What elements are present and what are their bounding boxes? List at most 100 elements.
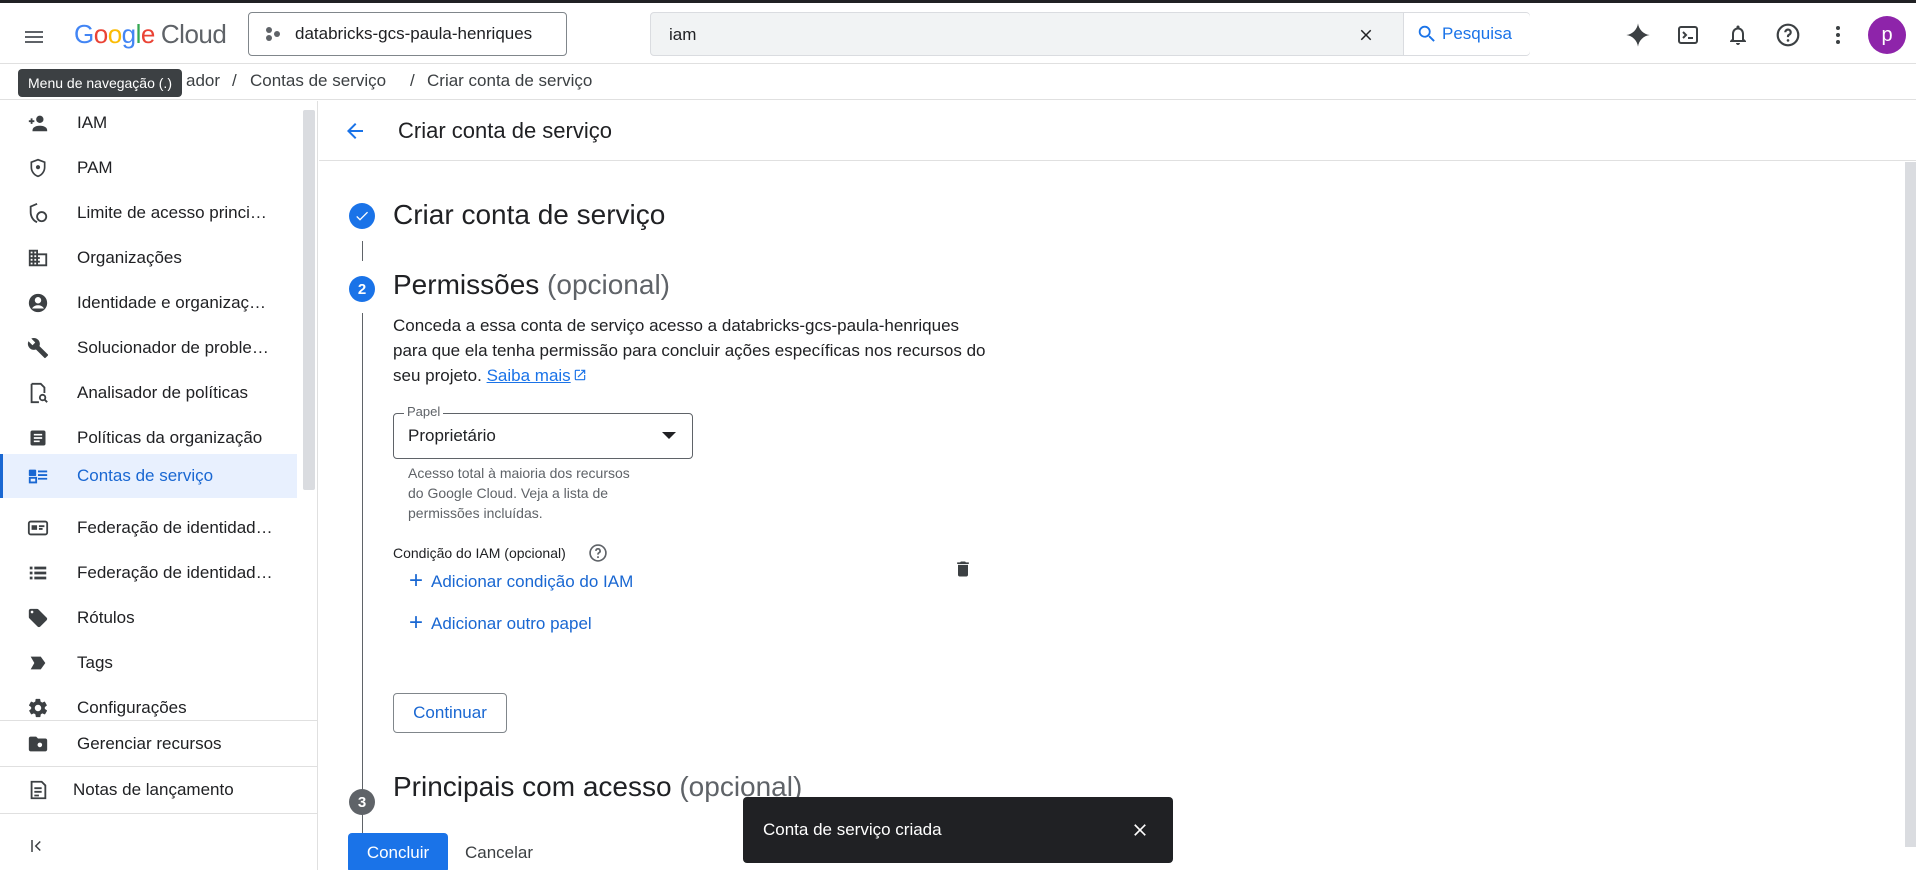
sidebar-item-service-accounts[interactable]: Contas de serviço xyxy=(0,454,297,498)
id-card-icon xyxy=(26,516,50,540)
release-notes-label: Notas de lançamento xyxy=(73,779,234,799)
step-complete-check-icon xyxy=(349,203,375,229)
sidebar-item-policy-analyzer[interactable]: Analisador de políticas xyxy=(0,371,297,415)
learn-more-link[interactable]: Saiba mais xyxy=(487,366,587,385)
iam-condition-label: Condição do IAM (opcional) xyxy=(393,545,566,561)
policy-analyzer-icon xyxy=(26,381,50,405)
sidebar-item-label: Solucionador de proble… xyxy=(77,338,269,357)
sidebar-item-workload-identity-federation[interactable]: Federação de identidad… xyxy=(0,506,297,550)
clear-search-icon[interactable] xyxy=(1354,23,1378,47)
breadcrumb-separator: / xyxy=(410,71,415,90)
sidebar-item-label: PAM xyxy=(77,158,113,177)
plus-icon: + xyxy=(409,609,424,636)
sidebar-item-troubleshooter[interactable]: Solucionador de proble… xyxy=(0,326,297,370)
document-icon xyxy=(26,426,50,450)
sidebar-item-identity-organization[interactable]: Identidade e organizaç… xyxy=(0,281,297,325)
role-select-label: Papel xyxy=(404,404,444,419)
search-icon xyxy=(1418,25,1435,42)
step2-connector xyxy=(362,313,363,863)
sidebar-item-tags[interactable]: Tags xyxy=(0,641,297,685)
tag-icon xyxy=(26,651,50,675)
delete-role-trash-icon[interactable] xyxy=(951,557,975,581)
sidebar: IAM PAM Limite de acesso princi… Organiz… xyxy=(0,101,318,870)
google-cloud-logo[interactable]: Google Cloud xyxy=(74,19,227,50)
continue-button[interactable]: Continuar xyxy=(393,693,507,733)
add-another-role-button[interactable]: + Adicionar outro papel xyxy=(409,609,592,637)
sidebar-scrollbar[interactable] xyxy=(303,110,315,490)
role-select[interactable]: Papel Proprietário xyxy=(393,404,693,459)
external-link-icon xyxy=(574,369,585,381)
logo-cloud-text: Cloud xyxy=(160,19,227,49)
more-options-icon[interactable] xyxy=(1820,17,1856,53)
manage-resources-label: Gerenciar recursos xyxy=(77,733,222,753)
sidebar-item-label: Rótulos xyxy=(77,608,135,627)
project-picker[interactable]: databricks-gcs-paula-henriques xyxy=(248,12,567,56)
sidebar-item-organizations[interactable]: Organizações xyxy=(0,236,297,280)
learn-more-label: Saiba mais xyxy=(486,366,571,385)
sidebar-item-label: Configurações xyxy=(77,698,187,717)
role-select-value: Proprietário xyxy=(408,426,496,445)
close-icon[interactable] xyxy=(1128,818,1152,842)
sidebar-item-label: Tags xyxy=(77,653,113,672)
main-scrollbar[interactable] xyxy=(1905,162,1916,847)
step2-optional: (opcional) xyxy=(547,269,670,300)
logo-letter: e xyxy=(140,19,155,49)
step2-number-badge: 2 xyxy=(349,276,375,302)
logo-letter: g xyxy=(121,19,136,49)
sidebar-item-label: Identidade e organizaç… xyxy=(77,293,267,312)
done-button[interactable]: Concluir xyxy=(348,833,448,870)
cloud-shell-terminal-icon[interactable] xyxy=(1670,17,1706,53)
breadcrumb-item[interactable]: ador xyxy=(186,71,220,91)
gemini-sparkle-icon[interactable] xyxy=(1620,17,1656,53)
search-button-label: Pesquisa xyxy=(1442,24,1512,43)
project-icon xyxy=(265,26,281,42)
breadcrumb-current: Criar conta de serviço xyxy=(427,71,593,90)
sidebar-item-iam[interactable]: IAM xyxy=(0,101,297,145)
back-arrow-icon[interactable] xyxy=(339,115,371,147)
account-avatar[interactable]: p xyxy=(1868,16,1906,54)
add-iam-condition-label: Adicionar condição do IAM xyxy=(431,572,634,591)
search-button[interactable]: Pesquisa xyxy=(1403,13,1530,55)
logo-letter: o xyxy=(107,19,122,49)
sidebar-item-label: Políticas da organização xyxy=(77,428,263,447)
plus-icon: + xyxy=(409,567,424,594)
person-add-icon xyxy=(26,111,50,135)
collapse-sidebar-icon[interactable] xyxy=(26,834,50,858)
step1-title[interactable]: Criar conta de serviço xyxy=(393,199,665,231)
help-icon[interactable] xyxy=(588,543,608,563)
permissions-description-text: Conceda a essa conta de serviço acesso a… xyxy=(393,316,986,385)
release-notes-link[interactable]: Notas de lançamento xyxy=(0,766,318,812)
breadcrumb-item-service-accounts[interactable]: Contas de serviço xyxy=(250,71,386,91)
project-name: databricks-gcs-paula-henriques xyxy=(295,24,533,43)
sidebar-item-principal-access-boundary[interactable]: Limite de acesso princi… xyxy=(0,191,297,235)
label-icon xyxy=(26,606,50,630)
organization-icon xyxy=(26,246,50,270)
navigation-menu-icon[interactable] xyxy=(14,17,54,57)
sidebar-item-label: IAM xyxy=(77,113,108,132)
sidebar-item-label: Federação de identidad… xyxy=(77,563,273,582)
step3-title[interactable]: Principais com acesso (opcional) xyxy=(393,771,802,803)
sidebar-item-workforce-identity-federation[interactable]: Federação de identidad… xyxy=(0,551,297,595)
page-title: Criar conta de serviço xyxy=(398,118,612,143)
snackbar: Conta de serviço criada xyxy=(743,797,1173,863)
help-icon[interactable] xyxy=(1770,17,1806,53)
gear-icon xyxy=(26,696,50,720)
notifications-bell-icon[interactable] xyxy=(1720,17,1756,53)
sidebar-item-label: Analisador de políticas xyxy=(77,383,249,402)
cancel-button[interactable]: Cancelar xyxy=(465,843,533,863)
add-iam-condition-button[interactable]: + Adicionar condição do IAM xyxy=(409,567,634,595)
step2-title-text: Permissões xyxy=(393,269,540,300)
permissions-description: Conceda a essa conta de serviço acesso a… xyxy=(393,313,993,388)
list-icon xyxy=(26,561,50,585)
step2-title: Permissões (opcional) xyxy=(393,269,670,301)
wrench-icon xyxy=(26,336,50,360)
sidebar-item-label: Limite de acesso princi… xyxy=(77,203,267,222)
logo-letter: o xyxy=(93,19,108,49)
add-another-role-label: Adicionar outro papel xyxy=(431,614,592,633)
search-input[interactable] xyxy=(669,23,1329,47)
sidebar-item-pam[interactable]: PAM xyxy=(0,146,297,190)
sidebar-item-labels[interactable]: Rótulos xyxy=(0,596,297,640)
shield-icon xyxy=(26,156,50,180)
main-content: Criar conta de serviço Criar conta de se… xyxy=(319,101,1916,870)
manage-resources-link[interactable]: Gerenciar recursos xyxy=(0,720,318,766)
